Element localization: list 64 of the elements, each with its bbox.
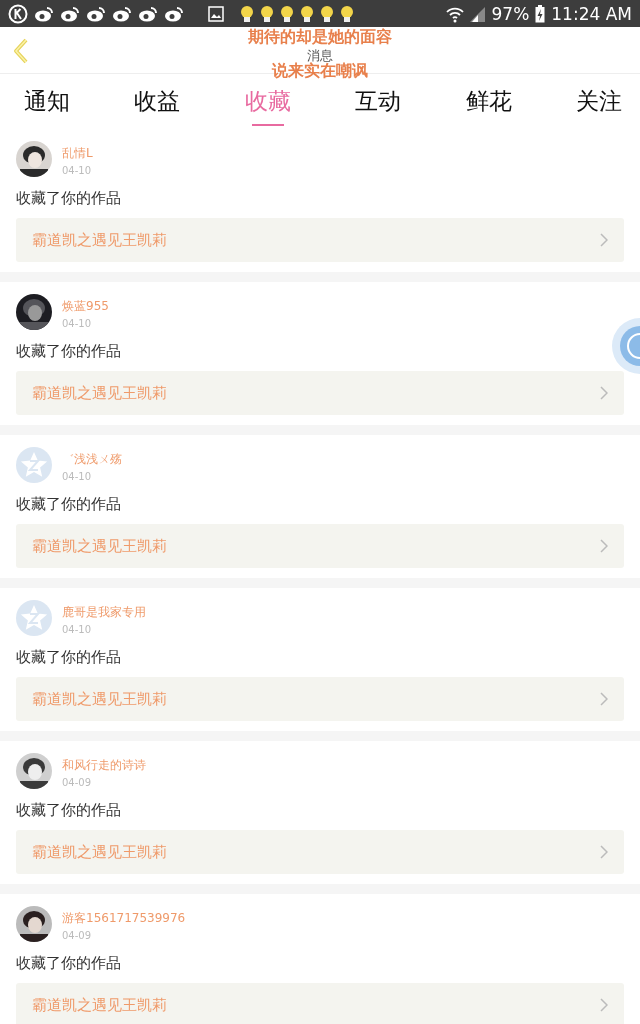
user-name[interactable]: 乱情L <box>62 145 93 162</box>
user-name[interactable]: 游客1561717539976 <box>62 910 186 927</box>
clock-time: 11:24 AM <box>551 3 632 24</box>
work-link[interactable]: 霸道凯之遇见王凯莉 <box>16 218 624 262</box>
notification-date: 04-09 <box>62 777 93 788</box>
lightbulb-icon <box>300 4 314 23</box>
default-avatar-icon <box>16 600 52 636</box>
work-link[interactable]: 霸道凯之遇见王凯莉 <box>16 983 624 1024</box>
notification-date: 04-10 <box>62 471 93 482</box>
lyric-line: 期待的却是她的面容 <box>248 28 392 46</box>
tab[interactable]: 收益 <box>134 74 181 129</box>
chevron-right-icon <box>600 998 608 1012</box>
user-name[interactable]: 鹿哥是我家专用 <box>62 604 146 621</box>
signal-icon <box>469 5 486 22</box>
work-link[interactable]: 霸道凯之遇见王凯莉 <box>16 830 624 874</box>
user-name[interactable]: 和风行走的诗诗 <box>62 757 146 774</box>
chevron-right-icon <box>600 539 608 553</box>
chevron-right-icon <box>600 386 608 400</box>
lightbulb-icon <box>260 4 274 23</box>
notification-date: 04-10 <box>62 318 93 329</box>
notification-message: 收藏了你的作品 <box>16 954 122 973</box>
notification-date: 04-10 <box>62 165 93 176</box>
notification-message: 收藏了你的作品 <box>16 342 122 361</box>
work-link[interactable]: 霸道凯之遇见王凯莉 <box>16 524 624 568</box>
lightbulb-icon <box>320 4 334 23</box>
lightbulb-icon <box>280 4 294 23</box>
weibo-icon <box>86 5 106 22</box>
weibo-icon <box>112 5 132 22</box>
chevron-right-icon <box>600 692 608 706</box>
work-title: 霸道凯之遇见王凯莉 <box>32 383 167 403</box>
notification-message: 收藏了你的作品 <box>16 801 122 820</box>
weibo-icon <box>138 5 158 22</box>
work-title: 霸道凯之遇见王凯莉 <box>32 842 167 862</box>
notification-message: 收藏了你的作品 <box>16 495 122 514</box>
k-circle-icon <box>8 3 28 24</box>
notification-message: 收藏了你的作品 <box>16 189 122 208</box>
chevron-right-icon <box>600 233 608 247</box>
tab[interactable]: 通知 <box>24 74 70 129</box>
work-title: 霸道凯之遇见王凯莉 <box>32 536 167 556</box>
lightbulb-icon <box>340 4 354 23</box>
default-avatar-icon <box>16 447 52 483</box>
work-link[interactable]: 霸道凯之遇见王凯莉 <box>16 371 624 415</box>
weibo-icon <box>34 5 54 22</box>
battery-percentage: 97% <box>491 3 530 24</box>
battery-charging-icon <box>535 4 546 23</box>
work-title: 霸道凯之遇见王凯莉 <box>32 995 167 1015</box>
back-icon[interactable] <box>12 38 30 64</box>
lyric-line: 说来实在嘲讽 <box>272 62 368 80</box>
weibo-icon <box>164 5 184 22</box>
notification-message: 收藏了你的作品 <box>16 648 122 667</box>
chevron-right-icon <box>600 845 608 859</box>
work-link[interactable]: 霸道凯之遇见王凯莉 <box>16 677 624 721</box>
notification-date: 04-10 <box>62 624 93 635</box>
user-name[interactable]: ゛浅浅ㄨ殇 <box>62 451 122 468</box>
lightbulb-icon <box>240 4 254 23</box>
work-title: 霸道凯之遇见王凯莉 <box>32 230 167 250</box>
page-title: 消息 <box>307 49 333 63</box>
weibo-icon <box>60 5 80 22</box>
notification-date: 04-09 <box>62 930 93 941</box>
user-name[interactable]: 焕蓝955 <box>62 298 109 315</box>
tab[interactable]: 鲜花 <box>465 74 512 129</box>
image-icon <box>208 5 224 22</box>
work-title: 霸道凯之遇见王凯莉 <box>32 689 167 709</box>
tab[interactable]: 关注 <box>575 74 622 129</box>
